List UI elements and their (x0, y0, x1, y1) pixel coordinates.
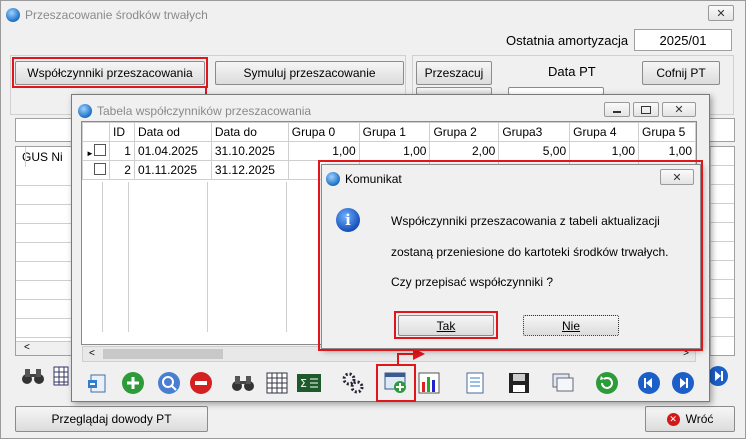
table-window-titlebar: Tabela współczynników przeszacowania (78, 102, 311, 120)
cell-data-od[interactable]: 01.04.2025 (133, 141, 212, 161)
grid-icon[interactable] (52, 363, 70, 389)
col-data-od[interactable]: Data od (133, 122, 212, 142)
minimize-icon (613, 110, 621, 113)
col-grupa-4[interactable]: Grupa 4 (569, 122, 639, 142)
przegladaj-dowody-label: Przeglądaj dowody PT (51, 412, 172, 426)
przegladaj-dowody-button[interactable]: Przeglądaj dowody PT (15, 406, 208, 432)
refresh-icon[interactable] (594, 370, 620, 396)
last-amortization-label: Ostatnia amortyzacja (506, 33, 629, 48)
svg-text:Σ: Σ (300, 377, 307, 390)
cell-grupa-1[interactable]: 1,00 (358, 141, 431, 161)
col-grupa-3[interactable]: Grupa3 (498, 122, 571, 142)
table-minimize-button[interactable] (604, 102, 630, 117)
col-grupa-2[interactable]: Grupa 2 (429, 122, 500, 142)
cell-data-do[interactable]: 31.10.2025 (210, 141, 289, 161)
col-grupa-5[interactable]: Grupa 5 (638, 122, 696, 142)
cell-id[interactable]: 2 (108, 160, 135, 180)
last-amortization-text: 2025/01 (659, 32, 707, 48)
cell-grupa-0[interactable]: 1,00 (287, 141, 360, 161)
first-record-icon[interactable] (636, 370, 662, 396)
wroc-label: Wróć (685, 412, 714, 426)
przeszacuj-label: Przeszacuj (424, 66, 484, 80)
przeszacuj-button[interactable]: Przeszacuj (416, 61, 492, 85)
gus-column-label: GUS Ni (22, 150, 63, 164)
report-icon[interactable] (462, 370, 488, 396)
next-icon[interactable] (707, 363, 729, 389)
grid-hscroll-left[interactable]: < (16, 341, 71, 355)
wroc-icon: ✕ (666, 412, 680, 426)
row-selector[interactable]: ► (82, 160, 110, 180)
row-selector[interactable]: ► (82, 141, 110, 161)
main-titlebar: Przeszacowanie środków trwałych (6, 6, 208, 24)
symuluj-button[interactable]: Symuluj przeszacowanie (215, 61, 404, 85)
export-icon[interactable] (84, 370, 110, 396)
table-view-icon[interactable] (264, 370, 290, 396)
wroc-button[interactable]: ✕ Wróć (645, 406, 735, 432)
col-data-do[interactable]: Data do (210, 122, 289, 142)
grid-rows (16, 167, 76, 355)
main-window-title: Przeszacowanie środków trwałych (25, 8, 208, 22)
save-icon[interactable] (506, 370, 532, 396)
table-close-button[interactable]: ✕ (662, 102, 696, 117)
table-row[interactable]: ► 1 01.04.2025 31.10.2025 1,00 1,00 2,00… (82, 141, 696, 161)
last-amortization-value: 2025/01 (634, 29, 732, 51)
symuluj-label: Symuluj przeszacowanie (243, 66, 376, 80)
table-window-title: Tabela współczynników przeszacowania (97, 104, 312, 118)
row-checkbox[interactable] (93, 162, 106, 175)
col-id[interactable]: ID (108, 122, 135, 142)
row-marker-header (82, 122, 110, 142)
highlight-transfer-icon (376, 364, 416, 402)
table-window-icon (78, 104, 92, 118)
cell-grupa-3[interactable]: 5,00 (498, 141, 571, 161)
settings-gears-icon[interactable] (340, 370, 366, 396)
cofnij-pt-label: Cofnij PT (656, 66, 706, 80)
grid-right-cells (710, 147, 734, 355)
cofnij-pt-button[interactable]: Cofnij PT (642, 61, 720, 85)
cell-grupa-4[interactable]: 1,00 (569, 141, 639, 161)
col-grupa-0[interactable]: Grupa 0 (287, 122, 360, 142)
scroll-left-icon[interactable]: < (89, 348, 95, 359)
sum-icon[interactable]: Σ (296, 370, 322, 396)
delete-icon[interactable] (188, 370, 214, 396)
cell-data-do[interactable]: 31.12.2025 (210, 160, 289, 180)
binoculars-icon[interactable] (20, 363, 46, 389)
close-icon: ✕ (716, 7, 726, 20)
add-icon[interactable] (120, 370, 146, 396)
row-checkbox[interactable] (93, 143, 106, 156)
app-icon (6, 8, 20, 22)
close-icon: ✕ (674, 104, 684, 116)
col-grupa-1[interactable]: Grupa 1 (358, 122, 431, 142)
maximize-icon (641, 105, 651, 114)
highlight-dialog (318, 160, 703, 351)
cell-data-od[interactable]: 01.11.2025 (133, 160, 212, 180)
cell-id[interactable]: 1 (108, 141, 135, 161)
table-maximize-button[interactable] (633, 102, 659, 117)
data-pt-label: Data PT (548, 64, 596, 79)
main-close-button[interactable]: ✕ (708, 5, 734, 21)
search-binoculars-icon[interactable] (230, 370, 256, 396)
table-header-row: ID Data od Data do Grupa 0 Grupa 1 Grupa… (82, 122, 696, 142)
cell-grupa-2[interactable]: 2,00 (429, 141, 500, 161)
edit-icon[interactable] (156, 370, 182, 396)
scroll-thumb[interactable] (103, 349, 223, 359)
last-record-icon[interactable] (670, 370, 696, 396)
cell-grupa-5[interactable]: 1,00 (638, 141, 696, 161)
windows-icon[interactable] (550, 370, 576, 396)
chart-icon[interactable] (416, 370, 442, 396)
highlight-wspolczynniki (12, 57, 208, 88)
